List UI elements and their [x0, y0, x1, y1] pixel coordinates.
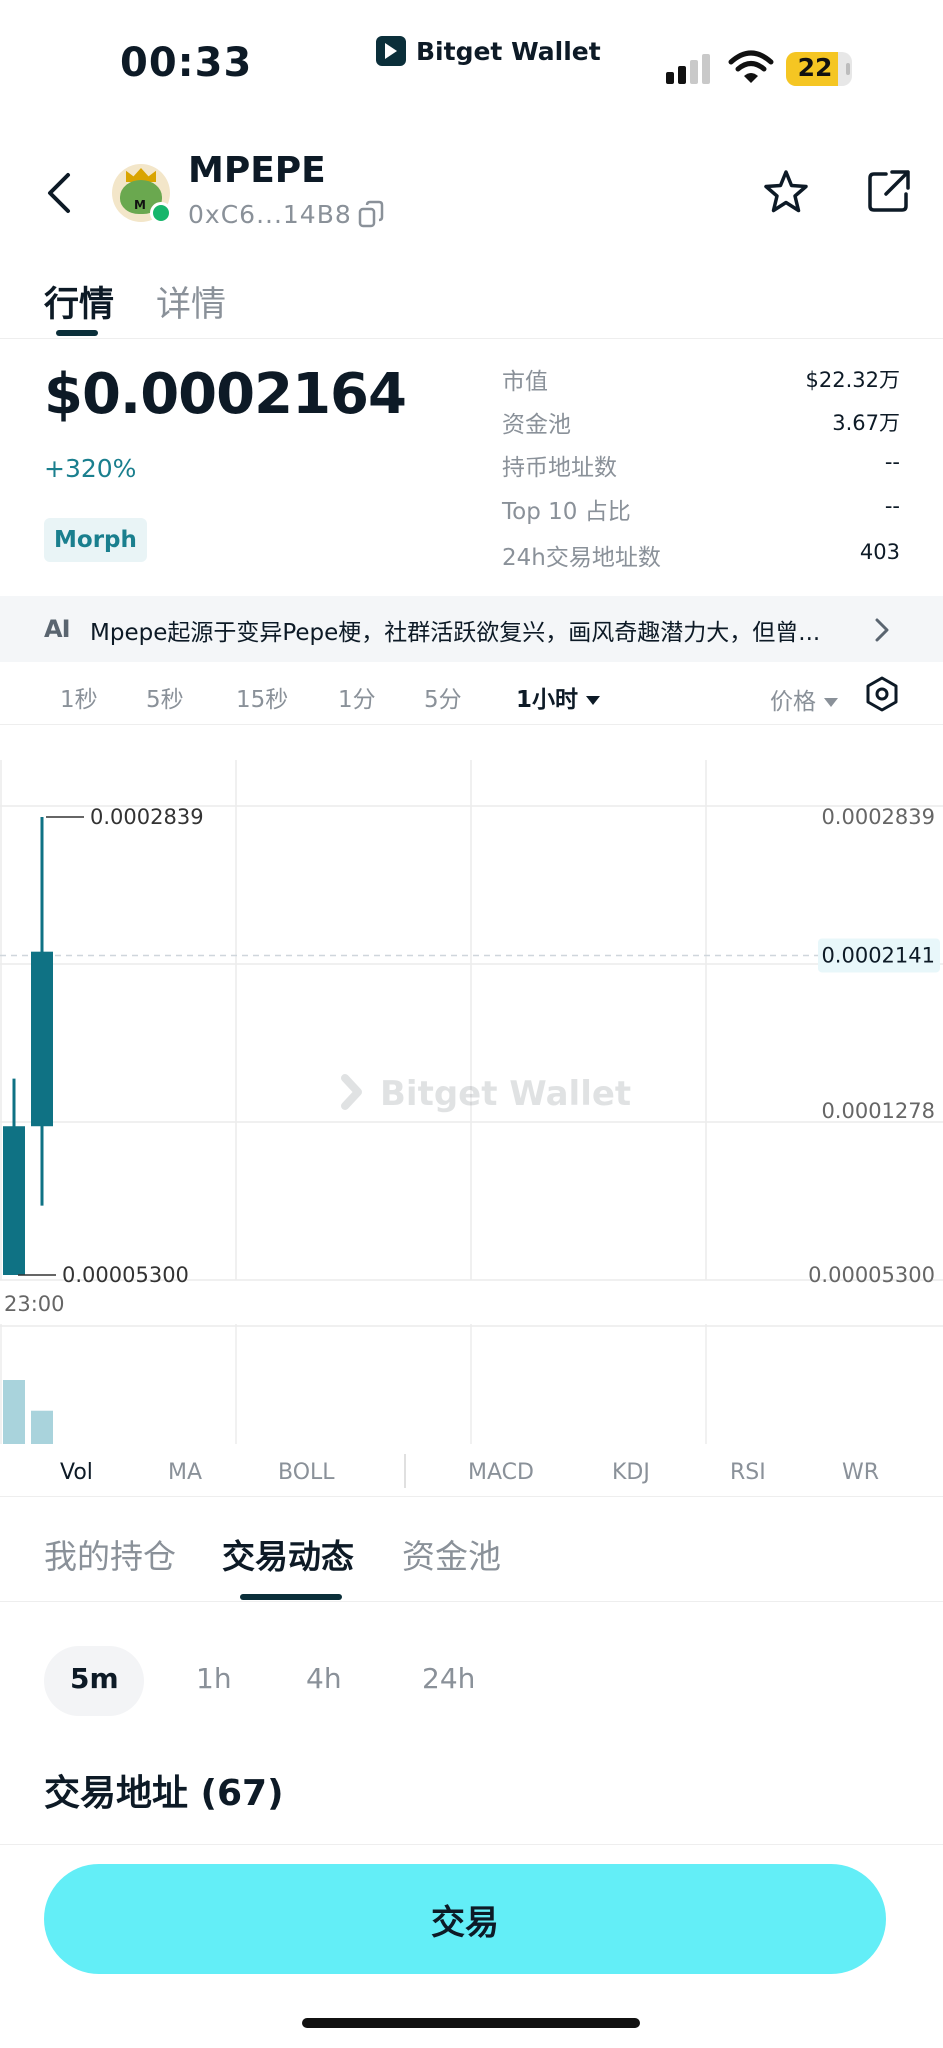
tab-trades-indicator	[240, 1594, 342, 1600]
token-name: MPEPE	[188, 150, 326, 191]
indicator-boll[interactable]: BOLL	[278, 1460, 335, 1485]
stat-value-market-cap: $22.32万	[805, 368, 900, 392]
status-time: 00:33	[120, 40, 253, 86]
high-label: 0.0002839	[90, 805, 204, 829]
chart-grid	[0, 760, 943, 1281]
divider	[0, 724, 943, 725]
chevron-right-icon[interactable]	[872, 616, 892, 644]
low-label: 0.00005300	[62, 1263, 189, 1287]
divider	[0, 1601, 943, 1602]
indicator-macd[interactable]: MACD	[468, 1460, 534, 1485]
share-icon[interactable]	[866, 168, 912, 214]
indicator-ma[interactable]: MA	[168, 1460, 202, 1485]
indicator-kdj[interactable]: KDJ	[612, 1460, 650, 1485]
tab-detail[interactable]: 详情	[156, 276, 226, 327]
current-price-label: 0.0002141	[821, 943, 935, 967]
back-button[interactable]	[40, 165, 80, 221]
settings-icon[interactable]	[864, 676, 900, 712]
avatar-letter: M	[134, 198, 146, 212]
token-price: $0.0002164	[44, 362, 407, 427]
y-axis-label: 0.0002839	[821, 805, 935, 829]
range-24h[interactable]: 24h	[422, 1662, 475, 1695]
interval-1h[interactable]: 1小时	[516, 680, 600, 714]
stat-label-holders: 持币地址数	[502, 455, 617, 481]
volume-bar	[31, 1410, 53, 1444]
brand-logo: Bitget Wallet	[376, 34, 601, 68]
tab-market[interactable]: 行情	[44, 276, 114, 327]
chart-watermark: Bitget Wallet	[341, 1074, 631, 1114]
stat-label-liquidity: 资金池	[502, 412, 571, 438]
ai-summary-text: Mpepe起源于变异Pepe梗，社群活跃欲复兴，画风奇趣潜力大，但曾...	[90, 620, 821, 646]
interval-15s[interactable]: 15秒	[236, 680, 288, 714]
candles	[3, 817, 53, 1275]
brand-name: Bitget Wallet	[416, 36, 601, 66]
volume-chart	[0, 1324, 943, 1444]
stat-value-liquidity: 3.67万	[832, 411, 900, 435]
interval-1m[interactable]: 1分	[338, 680, 376, 714]
price-mode-select[interactable]: 价格	[770, 682, 838, 716]
trade-button[interactable]: 交易	[44, 1864, 886, 1974]
trade-addresses-title: 交易地址 (67)	[44, 1773, 284, 1814]
range-1h[interactable]: 1h	[196, 1662, 232, 1695]
tab-trade-activity[interactable]: 交易动态	[222, 1530, 354, 1578]
stat-value-holders: --	[884, 450, 900, 474]
divider	[0, 1496, 943, 1497]
tab-my-holdings[interactable]: 我的持仓	[44, 1530, 176, 1578]
tab-market-indicator	[56, 330, 98, 336]
interval-5s[interactable]: 5秒	[146, 680, 184, 714]
x-axis-label: 23:00	[4, 1292, 65, 1316]
range-5m[interactable]: 5m	[70, 1662, 119, 1695]
indicator-rsi[interactable]: RSI	[730, 1460, 766, 1485]
interval-1s[interactable]: 1秒	[60, 680, 98, 714]
divider	[0, 1844, 943, 1845]
ai-icon: AI	[44, 615, 70, 643]
range-4h[interactable]: 4h	[306, 1662, 342, 1695]
chain-tag[interactable]: Morph	[44, 518, 147, 562]
candle-body	[31, 951, 53, 1127]
battery-level: 22	[797, 53, 833, 82]
tab-liquidity-pool[interactable]: 资金池	[402, 1530, 501, 1578]
stat-value-24h-traders: 403	[859, 540, 900, 564]
volume-bar	[3, 1380, 25, 1444]
chain-badge-icon	[150, 202, 172, 224]
stat-label-market-cap: 市值	[502, 369, 548, 395]
copy-icon[interactable]	[358, 200, 384, 228]
cellular-signal-icon	[666, 52, 710, 84]
battery-icon: 22	[786, 52, 852, 86]
stat-value-top10: --	[884, 494, 900, 518]
bitget-logo-icon	[376, 36, 406, 66]
divider	[0, 338, 943, 339]
stat-label-top10: Top 10 占比	[502, 499, 631, 525]
interval-5m[interactable]: 5分	[424, 680, 462, 714]
indicator-vol[interactable]: Vol	[60, 1460, 93, 1485]
stat-label-24h-traders: 24h交易地址数	[502, 545, 661, 571]
indicator-wr[interactable]: WR	[842, 1460, 879, 1485]
watermark-text: Bitget Wallet	[380, 1074, 631, 1114]
home-indicator	[302, 2018, 640, 2028]
volume-bars	[3, 1380, 53, 1444]
token-address: 0xC6...14B8	[188, 200, 352, 229]
candle-body	[3, 1126, 25, 1275]
wifi-icon	[728, 50, 774, 83]
y-axis-label: 0.0001278	[821, 1099, 935, 1123]
y-axis-label: 0.00005300	[808, 1263, 935, 1287]
divider	[404, 1454, 406, 1488]
price-chart[interactable]: Bitget Wallet 0.0002839 0.00005300 0.000…	[0, 760, 943, 1320]
price-change: +320%	[44, 454, 137, 483]
favorite-star-icon[interactable]	[762, 168, 810, 216]
